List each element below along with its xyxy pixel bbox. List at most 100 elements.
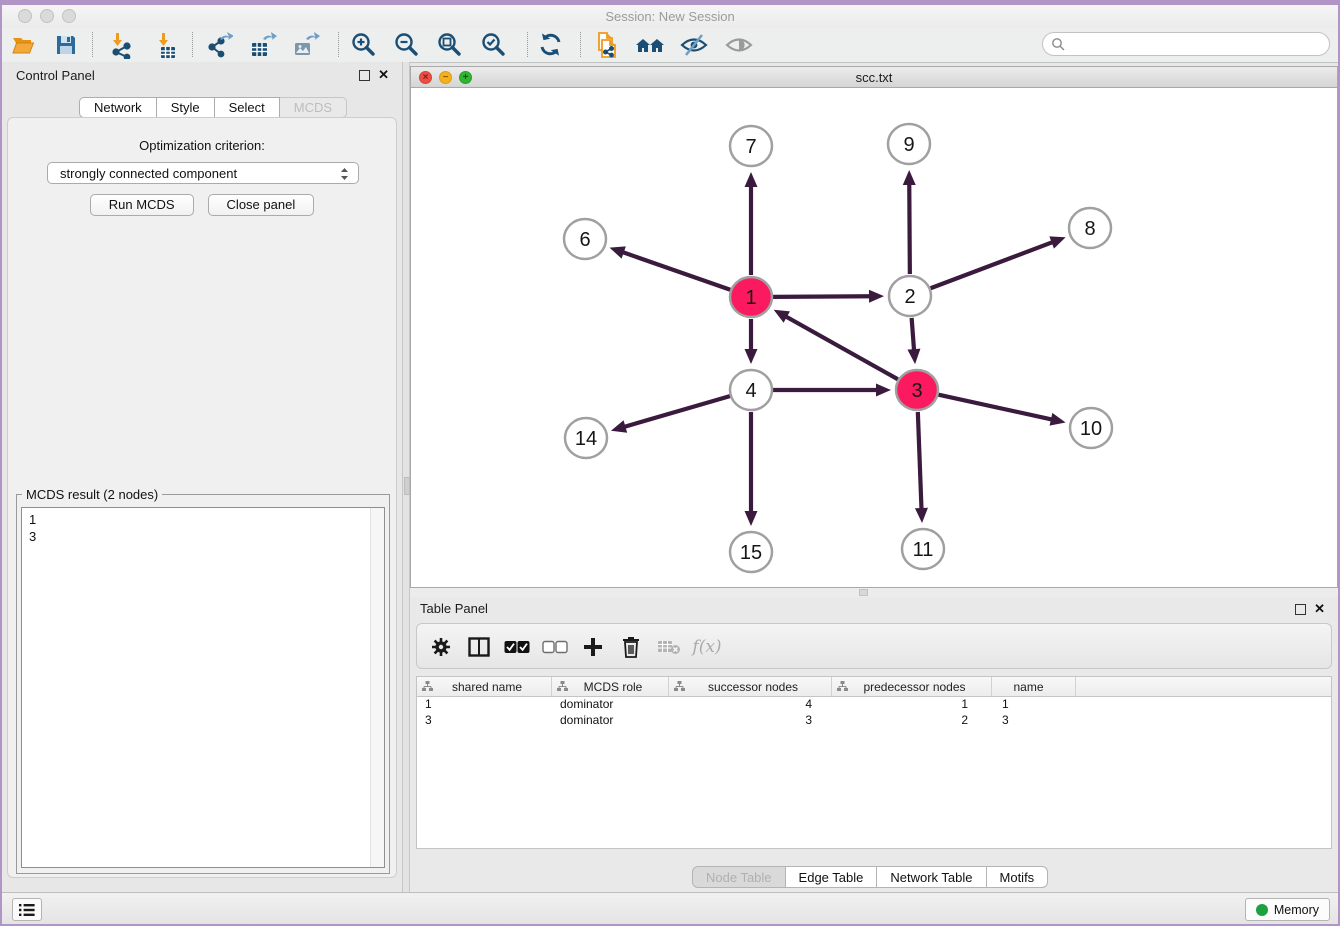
table-row[interactable]: 3dominator323 (417, 713, 1331, 729)
zoom-check-icon[interactable] (479, 31, 509, 59)
column-header-successor-nodes[interactable]: successor nodes (669, 677, 832, 696)
table-cell[interactable]: 1 (832, 697, 992, 713)
network-window-titlebar[interactable]: × − + scc.txt (410, 66, 1338, 88)
open-folder-icon[interactable] (9, 31, 39, 59)
criterion-selected-value: strongly connected component (60, 166, 237, 181)
unchecked-boxes-icon[interactable] (541, 633, 569, 661)
save-icon[interactable] (51, 31, 81, 59)
graph-node-label: 3 (911, 380, 922, 402)
graph-node-label: 6 (579, 229, 590, 251)
table-header-row: shared nameMCDS rolesuccessor nodesprede… (417, 677, 1331, 697)
graph-node-label: 9 (903, 134, 914, 156)
run-mcds-button[interactable]: Run MCDS (90, 194, 194, 216)
graph-node-label: 14 (575, 428, 597, 450)
edge-arrowhead (610, 246, 626, 258)
close-panel-button[interactable]: Close panel (208, 194, 315, 216)
close-panel-icon[interactable]: ✕ (378, 67, 389, 82)
mcds-result-title: MCDS result (2 nodes) (22, 487, 162, 502)
mcds-result-group: MCDS result (2 nodes) 1 3 (16, 494, 390, 874)
splitter-grip[interactable] (859, 589, 868, 596)
tab-mcds[interactable]: MCDS (280, 97, 347, 118)
graph-edge-2-9[interactable] (909, 182, 910, 274)
table-cell[interactable]: 3 (669, 713, 832, 729)
refresh-icon[interactable] (536, 31, 566, 59)
graph-edge-2-3[interactable] (912, 318, 915, 352)
graph-edge-3-1[interactable] (784, 316, 898, 380)
hierarchy-icon (422, 681, 433, 692)
table-cell[interactable]: 3 (992, 713, 1076, 729)
eye-icon[interactable] (724, 31, 754, 59)
trash-icon[interactable] (617, 633, 645, 661)
zoom-out-icon[interactable] (392, 31, 422, 59)
list-icon (19, 903, 35, 917)
table-row[interactable]: 1dominator411 (417, 697, 1331, 713)
gear-icon[interactable] (427, 633, 455, 661)
checked-boxes-icon[interactable] (503, 633, 531, 661)
graph-edge-1-2[interactable] (773, 296, 872, 297)
edge-arrowhead (876, 384, 891, 397)
column-header-predecessor-nodes[interactable]: predecessor nodes (832, 677, 992, 696)
import-table-icon[interactable] (151, 31, 181, 59)
tab-motifs[interactable]: Motifs (987, 866, 1049, 888)
table-cell[interactable]: dominator (552, 697, 669, 713)
tab-select[interactable]: Select (215, 97, 280, 118)
graph-node-label: 15 (740, 542, 762, 564)
network-view-window: × − + scc.txt 7968124314101511 (410, 66, 1338, 588)
table-cell[interactable]: dominator (552, 713, 669, 729)
export-image-icon[interactable] (291, 31, 321, 59)
toolbar-separator (527, 32, 528, 57)
graph-edge-3-11[interactable] (918, 412, 922, 511)
horizontal-splitter[interactable] (410, 588, 1338, 597)
delete-table-icon[interactable] (655, 633, 683, 661)
memory-button[interactable]: Memory (1245, 898, 1330, 921)
table-cell[interactable]: 1 (417, 697, 552, 713)
network-graph[interactable]: 7968124314101511 (411, 88, 1337, 586)
export-table-icon[interactable] (248, 31, 278, 59)
table-cell[interactable]: 3 (417, 713, 552, 729)
column-header-MCDS-role[interactable]: MCDS role (552, 677, 669, 696)
column-header-shared-name[interactable]: shared name (417, 677, 552, 696)
copy-network-icon[interactable] (592, 31, 622, 59)
zoom-in-icon[interactable] (349, 31, 379, 59)
show-panels-button[interactable] (12, 898, 42, 921)
graph-edge-2-8[interactable] (931, 241, 1055, 288)
zoom-fit-icon[interactable] (435, 31, 465, 59)
table-cell[interactable]: 2 (832, 713, 992, 729)
control-panel-title: Control Panel (16, 68, 95, 83)
tab-node-table[interactable]: Node Table (692, 866, 786, 888)
import-network-icon[interactable] (105, 31, 135, 59)
network-canvas[interactable]: 7968124314101511 (410, 88, 1338, 588)
tab-style[interactable]: Style (157, 97, 215, 118)
tab-edge-table[interactable]: Edge Table (786, 866, 878, 888)
graph-edge-1-6[interactable] (621, 252, 730, 290)
graph-edge-4-14[interactable] (622, 396, 729, 427)
vertical-splitter[interactable] (402, 62, 410, 892)
mcds-result-textarea[interactable]: 1 3 (21, 507, 385, 868)
plus-icon[interactable] (579, 633, 607, 661)
control-panel: Control Panel ✕ NetworkStyleSelectMCDS O… (2, 62, 402, 892)
float-panel-icon[interactable] (359, 70, 370, 81)
edge-arrowhead (745, 511, 758, 526)
tab-network[interactable]: Network (79, 97, 157, 118)
table-cell[interactable]: 4 (669, 697, 832, 713)
graph-edge-3-10[interactable] (938, 395, 1053, 420)
search-input[interactable] (1070, 34, 1329, 54)
result-scrollbar[interactable] (370, 508, 384, 867)
edge-arrowhead (903, 170, 916, 185)
tab-network-table[interactable]: Network Table (877, 866, 986, 888)
hierarchy-icon (674, 681, 685, 692)
table-cell[interactable]: 1 (992, 697, 1076, 713)
control-panel-tabs: NetworkStyleSelectMCDS (79, 97, 347, 118)
criterion-select[interactable]: strongly connected component (47, 162, 359, 184)
search-box[interactable] (1042, 32, 1330, 56)
houses-icon[interactable] (635, 31, 665, 59)
search-icon (1051, 37, 1065, 51)
eye-slash-icon[interactable] (679, 31, 709, 59)
column-header-name[interactable]: name (992, 677, 1076, 696)
export-network-icon[interactable] (204, 31, 234, 59)
split-panel-icon[interactable] (465, 633, 493, 661)
float-panel-icon[interactable] (1295, 604, 1306, 615)
mcds-tab-content: Optimization criterion: strongly connect… (7, 117, 397, 878)
close-panel-icon[interactable]: ✕ (1314, 601, 1325, 616)
graph-node-label: 4 (745, 380, 756, 402)
